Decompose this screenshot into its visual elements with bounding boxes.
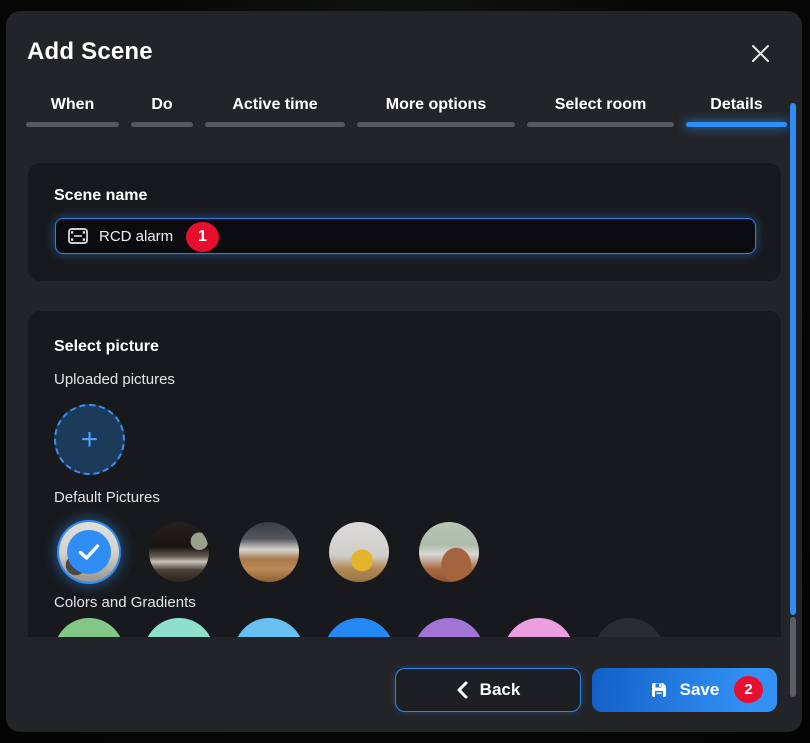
default-picture-kitchen[interactable] — [239, 522, 299, 582]
scene-name-value: RCD alarm — [99, 228, 173, 245]
default-picture-dark-bedroom[interactable] — [149, 522, 209, 582]
plus-icon: + — [81, 425, 99, 455]
scene-name-input[interactable]: RCD alarm 1 — [55, 218, 756, 254]
default-picture-bright-bedroom[interactable] — [59, 522, 119, 582]
select-picture-title: Select picture — [54, 338, 159, 356]
scrollbar-thumb[interactable] — [790, 103, 796, 615]
step-badge-1: 1 — [186, 222, 219, 252]
default-picture-living-room[interactable] — [419, 522, 479, 582]
back-label: Back — [480, 680, 521, 700]
tab-underline — [131, 122, 193, 127]
page-title: Add Scene — [27, 38, 153, 66]
tab-select-room[interactable]: Select room — [527, 95, 674, 127]
color-swatch-3[interactable] — [324, 618, 394, 637]
chevron-left-icon — [456, 681, 468, 699]
floppy-disk-icon — [650, 681, 668, 699]
scroll-area[interactable]: Scene name RCD alarm 1 Select pictu — [6, 140, 788, 637]
scene-name-card: Scene name RCD alarm 1 — [28, 163, 781, 281]
color-swatch-2[interactable] — [234, 618, 304, 637]
tab-more-options[interactable]: More options — [357, 95, 515, 127]
colors-gradients-label: Colors and Gradients — [54, 594, 196, 611]
color-swatch-5[interactable] — [504, 618, 574, 637]
film-icon — [68, 228, 88, 244]
more-colors-swatch[interactable]: +19 — [594, 618, 664, 637]
scene-name-label: Scene name — [54, 187, 147, 205]
tab-bar: When Do Active time More options Select room… — [26, 95, 787, 129]
save-button[interactable]: Save 2 — [592, 668, 777, 712]
tab-active-time[interactable]: Active time — [205, 95, 345, 127]
uploaded-pictures-label: Uploaded pictures — [54, 371, 175, 388]
tab-underline — [357, 122, 515, 127]
close-icon[interactable] — [744, 37, 776, 69]
select-picture-card: Select picture Uploaded pictures + Defau… — [28, 311, 781, 637]
tab-label: More options — [386, 95, 486, 114]
tab-underline — [205, 122, 345, 127]
default-pictures-row — [59, 522, 479, 582]
add-picture-button[interactable]: + — [54, 404, 125, 475]
check-icon — [67, 530, 111, 574]
tab-label: Do — [151, 95, 172, 114]
tab-when[interactable]: When — [26, 95, 119, 127]
default-pictures-label: Default Pictures — [54, 489, 160, 506]
tab-label: When — [51, 95, 95, 114]
tab-underline — [686, 122, 787, 127]
back-button[interactable]: Back — [395, 668, 581, 712]
scrollbar-track[interactable] — [790, 617, 796, 697]
tab-details[interactable]: Details — [686, 95, 787, 127]
color-swatch-1[interactable] — [144, 618, 214, 637]
save-label: Save — [680, 680, 720, 700]
tab-label: Select room — [555, 95, 647, 114]
default-picture-yellow-armchair[interactable] — [329, 522, 389, 582]
tab-underline — [527, 122, 674, 127]
color-swatch-0[interactable] — [54, 618, 124, 637]
color-swatch-4[interactable] — [414, 618, 484, 637]
tab-label: Active time — [232, 95, 317, 114]
tab-label: Details — [710, 95, 762, 114]
tab-do[interactable]: Do — [131, 95, 193, 127]
add-scene-dialog: Add Scene When Do Active time More options S… — [6, 11, 802, 732]
tab-underline — [26, 122, 119, 127]
color-swatches-row: +19 — [54, 618, 664, 637]
step-badge-2: 2 — [734, 676, 763, 703]
